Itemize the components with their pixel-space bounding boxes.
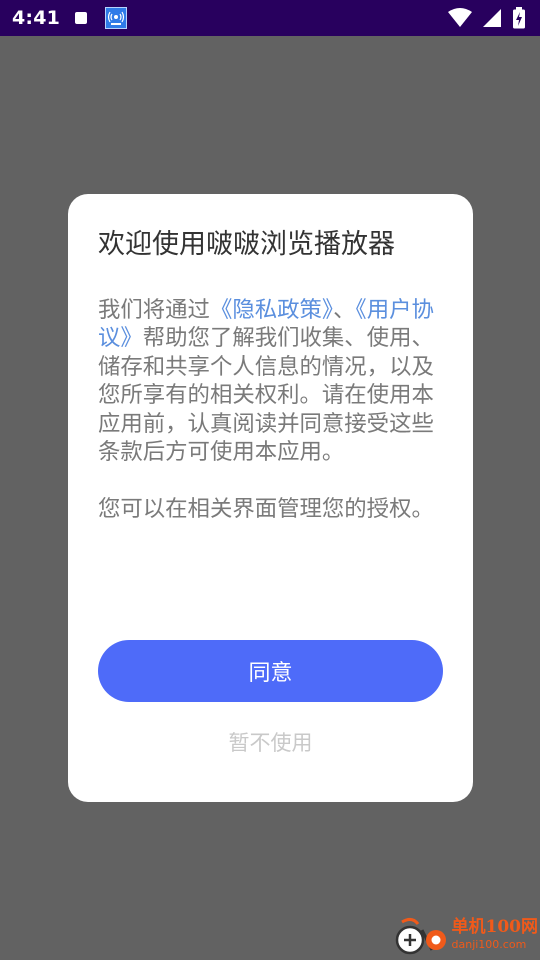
notification-square-icon xyxy=(75,12,88,24)
dialog-body: 我们将通过《隐私政策》、《用户协议》帮助您了解我们收集、使用、储存和共享个人信息… xyxy=(98,296,444,523)
cell-signal-icon xyxy=(483,9,501,27)
status-bar: 4:41 xyxy=(0,0,540,36)
broadcast-app-icon xyxy=(105,7,128,29)
dialog-paragraph-1: 我们将通过《隐私政策》、《用户协议》帮助您了解我们收集、使用、储存和共享个人信息… xyxy=(98,296,444,466)
dialog-paragraph-2: 您可以在相关界面管理您的授权。 xyxy=(98,495,434,522)
watermark-name: 单机100网 xyxy=(451,917,539,937)
status-time: 4:41 xyxy=(12,7,61,29)
agree-button[interactable]: 同意 xyxy=(98,640,443,702)
battery-icon xyxy=(513,7,525,29)
body-text-main: 帮助您了解我们收集、使用、储存和共享个人信息的情况，以及您所享有的相关权利。请在… xyxy=(98,325,434,466)
watermark: 单机100网 danji100.com xyxy=(392,914,539,958)
privacy-dialog: 欢迎使用啵啵浏览播放器 我们将通过《隐私政策》、《用户协议》帮助您了解我们收集、… xyxy=(68,194,473,802)
status-icons xyxy=(448,7,526,29)
decline-button[interactable]: 暂不使用 xyxy=(98,724,443,760)
wifi-icon xyxy=(448,8,472,27)
watermark-text: 单机100网 danji100.com xyxy=(452,918,539,954)
watermark-url: danji100.com xyxy=(451,938,527,951)
dialog-title: 欢迎使用啵啵浏览播放器 xyxy=(98,229,395,260)
privacy-policy-link[interactable]: 《隐私政策》 xyxy=(210,297,333,323)
body-text-intro: 我们将通过 xyxy=(98,297,210,323)
watermark-logo-icon xyxy=(395,917,446,955)
body-separator: 、 xyxy=(333,297,356,323)
